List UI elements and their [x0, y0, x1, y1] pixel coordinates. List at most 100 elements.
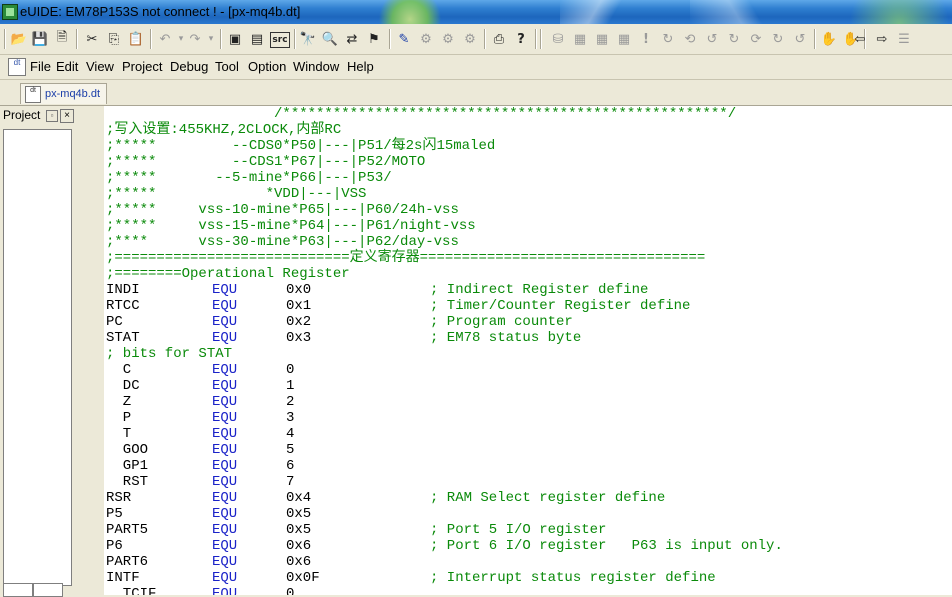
code-directive: EQU	[212, 506, 238, 522]
toolbar-separator	[220, 29, 221, 49]
save-icon[interactable]: 💾	[31, 30, 49, 48]
window-icon[interactable]: ▣	[226, 30, 244, 48]
code-directive: EQU	[212, 490, 238, 506]
code-symbol: T	[106, 426, 132, 442]
save-all-icon[interactable]: 🗎	[53, 30, 71, 48]
print-icon[interactable]: ⎙	[490, 30, 508, 48]
paste-icon[interactable]: 📋	[127, 30, 145, 48]
code-value: 0x2	[286, 314, 312, 330]
code-value: 0x1	[286, 298, 312, 314]
pane-splitter[interactable]	[76, 106, 105, 595]
breakpoint-icon[interactable]: ↺	[791, 30, 809, 48]
code-comment-line: ;***** *VDD|---|VSS	[106, 186, 367, 202]
code-inline-comment: ; EM78 status byte	[430, 330, 582, 346]
code-inline-comment: ; Program counter	[430, 314, 573, 330]
code-directive: EQU	[212, 394, 238, 410]
step-over-icon[interactable]: ↻	[725, 30, 743, 48]
code-value: 4	[286, 426, 295, 442]
code-directive: EQU	[212, 410, 238, 426]
code-value: 0x5	[286, 506, 312, 522]
code-directive: EQU	[212, 426, 238, 442]
find-icon[interactable]: 🔭	[299, 30, 317, 48]
menu-tool[interactable]: Tool	[215, 59, 239, 74]
redo-dropdown-icon[interactable]: ▾	[202, 30, 220, 48]
code-value: 0x0F	[286, 570, 320, 586]
title-bar-decoration	[690, 0, 780, 24]
menu-debug[interactable]: Debug	[170, 59, 208, 74]
menu-project[interactable]: Project	[122, 59, 162, 74]
code-value: 0x5	[286, 522, 312, 538]
main-toolbar: 📂 💾 🗎 ✂ ⎘ 📋 ↶ ▾ ↷ ▾ ▣ ▤ src 🔭 🔍 ⇄ ⚑ ✎ ⚙ …	[0, 24, 952, 55]
debug-download-icon[interactable]: ⛁	[549, 30, 567, 48]
code-comment-line: ;========Operational Register	[106, 266, 350, 282]
replace-icon[interactable]: ⇄	[343, 30, 361, 48]
code-symbol: TCIF	[106, 586, 157, 595]
toolbar-separator	[4, 29, 5, 49]
stop-icon[interactable]: !	[637, 30, 655, 48]
toolbar-separator	[814, 29, 815, 49]
hand-icon[interactable]: ✋	[820, 30, 838, 48]
debug-register-icon[interactable]: ▦	[593, 30, 611, 48]
code-comment-line: ;***** --CDS0*P50|---|P51/每2s闪15maled	[106, 138, 496, 154]
project-pane-header: Project ▫ ×	[0, 107, 76, 123]
help-icon[interactable]: ?	[512, 30, 530, 48]
forward-arrow-icon[interactable]: ⇨	[873, 30, 891, 48]
code-inline-comment: ; Indirect Register define	[430, 282, 649, 298]
run-to-cursor-icon[interactable]: ↻	[769, 30, 787, 48]
app-icon[interactable]	[2, 4, 18, 20]
copy-icon[interactable]: ⎘	[105, 30, 123, 48]
build-icon[interactable]: ⚙	[417, 30, 435, 48]
run-icon[interactable]: ⟲	[681, 30, 699, 48]
document-system-icon[interactable]: dt	[8, 58, 26, 76]
code-editor[interactable]: /***************************************…	[104, 106, 952, 595]
bookmark-icon[interactable]: ⚑	[365, 30, 383, 48]
menu-file[interactable]: File	[30, 59, 51, 74]
code-symbol: RTCC	[106, 298, 140, 314]
project-pane: Project ▫ ×	[0, 106, 76, 597]
title-bar-decoration	[370, 0, 450, 24]
menu-view[interactable]: View	[86, 59, 114, 74]
code-directive: EQU	[212, 538, 238, 554]
menu-help[interactable]: Help	[347, 59, 374, 74]
cut-icon[interactable]: ✂	[83, 30, 101, 48]
document-tab[interactable]: dt px-mq4b.dt	[20, 83, 108, 104]
project-tree[interactable]	[3, 129, 72, 586]
rebuild-icon[interactable]: ⚙	[439, 30, 457, 48]
view-icon[interactable]: ▤	[248, 30, 266, 48]
reset-icon[interactable]: ↻	[659, 30, 677, 48]
step-out-icon[interactable]: ⟳	[747, 30, 765, 48]
open-folder-icon[interactable]: 📂	[10, 30, 28, 48]
code-symbol: P	[106, 410, 132, 426]
find-next-icon[interactable]: 🔍	[321, 30, 339, 48]
src-icon[interactable]: src	[270, 32, 290, 48]
code-symbol: C	[106, 362, 132, 378]
menu-window[interactable]: Window	[293, 59, 339, 74]
code-value: 5	[286, 442, 295, 458]
debug-io-icon[interactable]: ▦	[615, 30, 633, 48]
code-value: 2	[286, 394, 295, 410]
code-directive: EQU	[212, 330, 238, 346]
window-title: eUIDE: EM78P153S not connect ! - [px-mq4…	[20, 4, 301, 19]
step-into-icon[interactable]: ↺	[703, 30, 721, 48]
code-directive: EQU	[212, 586, 238, 595]
code-value: 0x6	[286, 538, 312, 554]
list-icon[interactable]: ☰	[895, 30, 913, 48]
compile-icon[interactable]: ✎	[395, 30, 413, 48]
code-directive: EQU	[212, 314, 238, 330]
link-icon[interactable]: ⚙	[461, 30, 479, 48]
code-symbol: INTF	[106, 570, 140, 586]
toolbar-separator	[389, 29, 390, 49]
code-inline-comment: ; RAM Select register define	[430, 490, 666, 506]
debug-memory-icon[interactable]: ▦	[571, 30, 589, 48]
code-directive: EQU	[212, 442, 238, 458]
code-comment-line: ;***** vss-10-mine*P65|---|P60/24h-vss	[106, 202, 459, 218]
menu-option[interactable]: Option	[248, 59, 286, 74]
toolbar-separator	[76, 29, 77, 49]
menu-edit[interactable]: Edit	[56, 59, 78, 74]
code-symbol: PART5	[106, 522, 149, 538]
pin-icon[interactable]: ▫	[46, 110, 58, 122]
code-directive: EQU	[212, 522, 238, 538]
close-icon[interactable]: ×	[60, 109, 74, 123]
code-value: 0x4	[286, 490, 312, 506]
back-arrow-icon[interactable]: ⇦	[851, 30, 869, 48]
